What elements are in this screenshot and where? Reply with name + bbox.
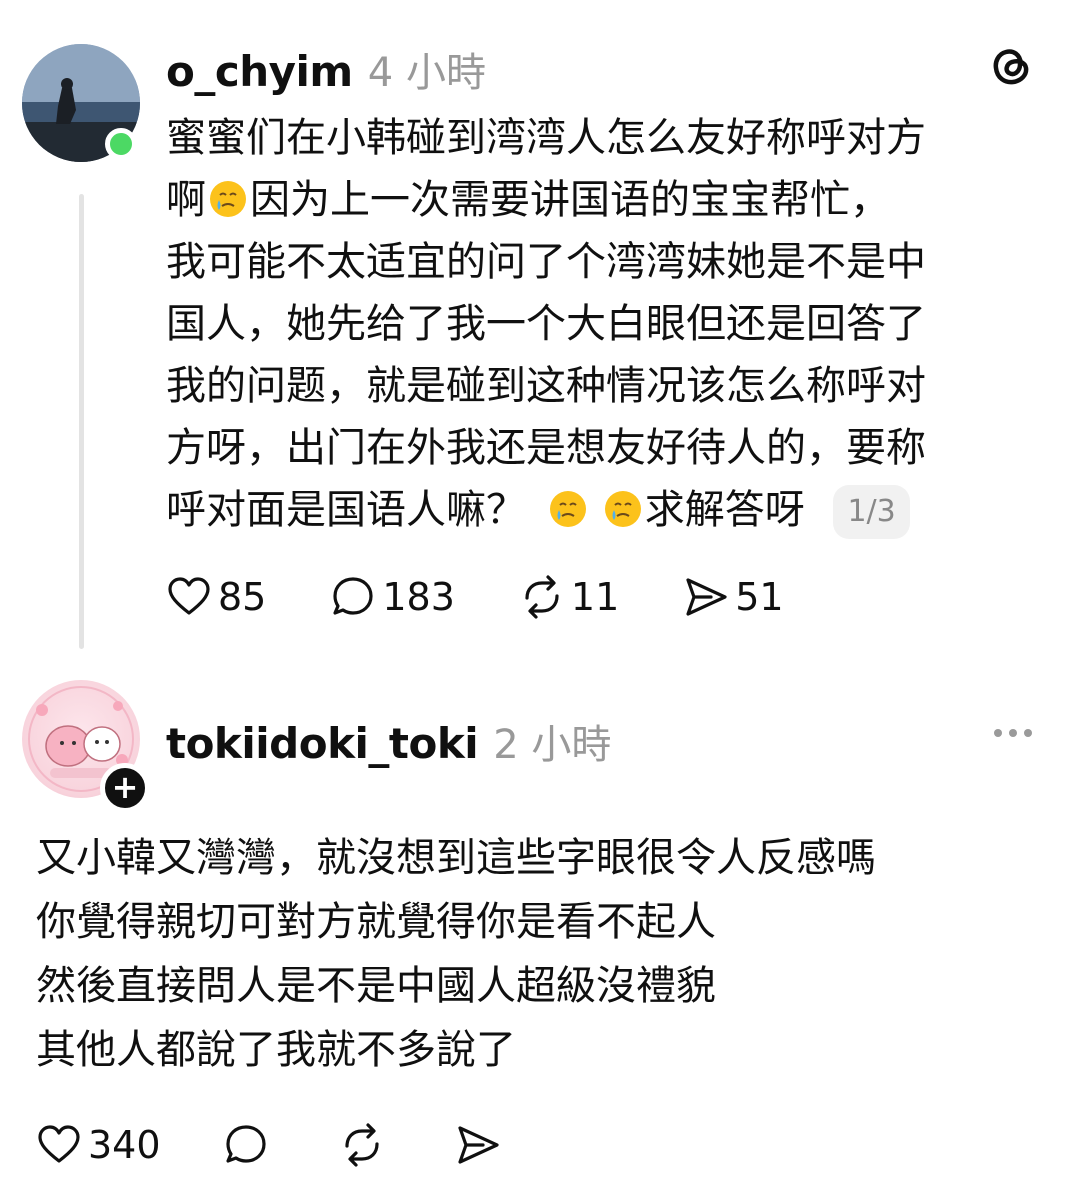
heart-icon [168, 577, 210, 615]
online-status-dot [105, 128, 137, 160]
crying-face-emoji-icon [210, 181, 246, 217]
comment-bubble-icon [225, 1125, 266, 1163]
post-header: tokiidoki_toki 2 小時 [166, 712, 611, 770]
image-page-indicator: 1/3 [833, 485, 910, 539]
repost-button[interactable] [339, 1122, 385, 1168]
crying-face-emoji-icon [604, 491, 641, 527]
post-time: 4 小時 [367, 50, 486, 96]
post-body: 又小韓又灣灣，就沒想到這些字眼很令人反感嗎 你覺得親切可對方就覺得你是看不起人 … [36, 826, 1046, 1082]
post-actions: 340 [36, 1122, 501, 1168]
post-line-part: 呼对面是国语人嘛？ [166, 487, 526, 533]
repost-icon [525, 575, 559, 619]
post-time: 2 小時 [493, 722, 612, 768]
post-line-part: 啊 [166, 177, 206, 223]
comment-button[interactable] [223, 1122, 269, 1168]
send-icon [686, 578, 727, 616]
share-button[interactable]: 51 [683, 574, 784, 620]
post-header: o_chyim 4 小時 [166, 40, 486, 98]
post-line-part: 因为上一次需要讲国语的宝宝帮忙， [250, 177, 890, 223]
post-line: 啊 因为上一次需要讲国语的宝宝帮忙， [166, 169, 1046, 231]
post-line: 我的问题，就是碰到这种情况该怎么称呼对 [166, 363, 926, 409]
post-line: 方呀，出门在外我还是想友好待人的，要称 [166, 425, 926, 471]
more-dots-icon[interactable] [990, 720, 1036, 750]
post-username[interactable]: o_chyim [166, 47, 353, 96]
post-line: 蜜蜜们在小韩碰到湾湾人怎么友好称呼对方 [166, 115, 926, 161]
post-line: 我可能不太适宜的问了个湾湾妹她是不是中 [166, 239, 926, 285]
like-button[interactable]: 85 [166, 574, 266, 620]
repost-button[interactable]: 11 [519, 574, 619, 620]
post-line: 又小韓又灣灣，就沒想到這些字眼很令人反感嗎 [36, 835, 876, 881]
post-line: 然後直接問人是不是中國人超級沒禮貌 [36, 963, 716, 1009]
threads-logo-icon[interactable] [990, 44, 1034, 92]
post-actions: 85 183 11 51 [166, 574, 784, 620]
like-count: 340 [88, 1123, 161, 1167]
crying-face-emoji-icon [549, 491, 586, 527]
comment-count: 183 [382, 575, 455, 619]
post-line: 其他人都說了我就不多說了 [36, 1027, 516, 1073]
like-button[interactable]: 340 [36, 1122, 161, 1168]
post-body: 蜜蜜们在小韩碰到湾湾人怎么友好称呼对方 啊 因为上一次需要讲国语的宝宝帮忙， 我… [166, 107, 1046, 541]
follow-plus-button[interactable]: + [100, 763, 150, 813]
comment-bubble-icon [333, 577, 373, 615]
like-count: 85 [218, 575, 267, 619]
post-line: 你覺得親切可對方就覺得你是看不起人 [36, 899, 716, 945]
repost-count: 11 [570, 575, 620, 619]
share-button[interactable] [455, 1122, 501, 1168]
post-username[interactable]: tokiidoki_toki [166, 719, 479, 768]
repost-icon [344, 1123, 379, 1167]
post-line: 呼对面是国语人嘛？ 求解答呀 1/3 [166, 479, 1046, 541]
heart-icon [38, 1125, 80, 1163]
post-line-part: 求解答呀 [644, 487, 805, 533]
send-icon [457, 1126, 499, 1164]
comment-button[interactable]: 183 [330, 574, 455, 620]
share-count: 51 [735, 575, 784, 619]
post-line: 国人，她先给了我一个大白眼但还是回答了 [166, 301, 926, 347]
thread-connector-line [79, 194, 84, 649]
